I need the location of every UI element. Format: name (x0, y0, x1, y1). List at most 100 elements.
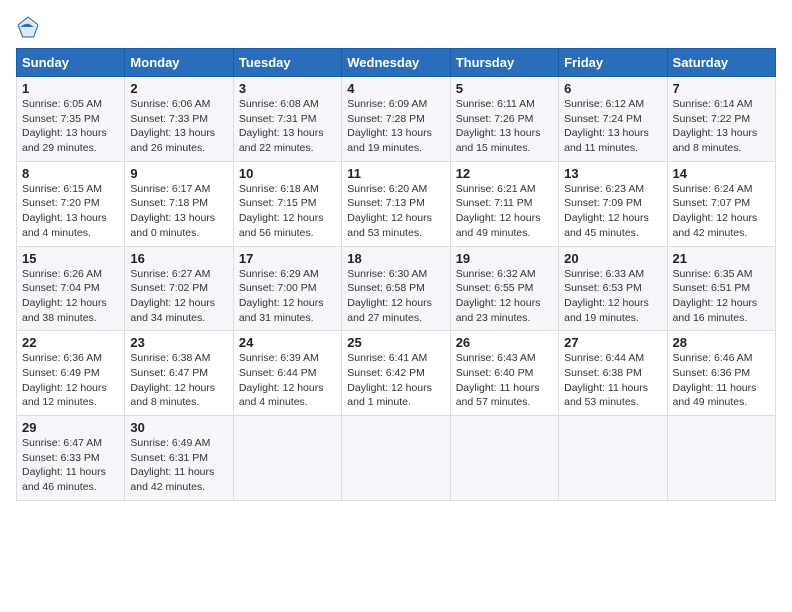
calendar-cell: 24 Sunrise: 6:39 AMSunset: 6:44 PMDaylig… (233, 331, 341, 416)
calendar-cell: 12 Sunrise: 6:21 AMSunset: 7:11 PMDaylig… (450, 161, 558, 246)
day-number: 14 (673, 166, 770, 181)
day-number: 12 (456, 166, 553, 181)
calendar-week-2: 8 Sunrise: 6:15 AMSunset: 7:20 PMDayligh… (17, 161, 776, 246)
calendar-cell: 17 Sunrise: 6:29 AMSunset: 7:00 PMDaylig… (233, 246, 341, 331)
calendar-cell: 27 Sunrise: 6:44 AMSunset: 6:38 PMDaylig… (559, 331, 667, 416)
calendar-header-saturday: Saturday (667, 49, 775, 77)
cell-content: Sunrise: 6:09 AMSunset: 7:28 PMDaylight:… (347, 97, 444, 156)
cell-content: Sunrise: 6:06 AMSunset: 7:33 PMDaylight:… (130, 97, 227, 156)
cell-content: Sunrise: 6:41 AMSunset: 6:42 PMDaylight:… (347, 351, 444, 410)
day-number: 7 (673, 81, 770, 96)
calendar-header-tuesday: Tuesday (233, 49, 341, 77)
cell-content: Sunrise: 6:38 AMSunset: 6:47 PMDaylight:… (130, 351, 227, 410)
calendar-week-5: 29 Sunrise: 6:47 AMSunset: 6:33 PMDaylig… (17, 416, 776, 501)
day-number: 22 (22, 335, 119, 350)
calendar-cell: 25 Sunrise: 6:41 AMSunset: 6:42 PMDaylig… (342, 331, 450, 416)
page-header (16, 16, 776, 38)
day-number: 29 (22, 420, 119, 435)
day-number: 27 (564, 335, 661, 350)
day-number: 8 (22, 166, 119, 181)
calendar-cell: 26 Sunrise: 6:43 AMSunset: 6:40 PMDaylig… (450, 331, 558, 416)
cell-content: Sunrise: 6:14 AMSunset: 7:22 PMDaylight:… (673, 97, 770, 156)
cell-content: Sunrise: 6:43 AMSunset: 6:40 PMDaylight:… (456, 351, 553, 410)
day-number: 26 (456, 335, 553, 350)
calendar-cell: 16 Sunrise: 6:27 AMSunset: 7:02 PMDaylig… (125, 246, 233, 331)
cell-content: Sunrise: 6:44 AMSunset: 6:38 PMDaylight:… (564, 351, 661, 410)
calendar-week-3: 15 Sunrise: 6:26 AMSunset: 7:04 PMDaylig… (17, 246, 776, 331)
day-number: 5 (456, 81, 553, 96)
day-number: 19 (456, 251, 553, 266)
calendar-cell: 18 Sunrise: 6:30 AMSunset: 6:58 PMDaylig… (342, 246, 450, 331)
cell-content: Sunrise: 6:17 AMSunset: 7:18 PMDaylight:… (130, 182, 227, 241)
day-number: 28 (673, 335, 770, 350)
logo (16, 16, 42, 38)
cell-content: Sunrise: 6:27 AMSunset: 7:02 PMDaylight:… (130, 267, 227, 326)
day-number: 16 (130, 251, 227, 266)
calendar-table: SundayMondayTuesdayWednesdayThursdayFrid… (16, 48, 776, 501)
calendar-cell: 13 Sunrise: 6:23 AMSunset: 7:09 PMDaylig… (559, 161, 667, 246)
calendar-cell: 22 Sunrise: 6:36 AMSunset: 6:49 PMDaylig… (17, 331, 125, 416)
calendar-cell (342, 416, 450, 501)
cell-content: Sunrise: 6:26 AMSunset: 7:04 PMDaylight:… (22, 267, 119, 326)
cell-content: Sunrise: 6:20 AMSunset: 7:13 PMDaylight:… (347, 182, 444, 241)
calendar-cell: 14 Sunrise: 6:24 AMSunset: 7:07 PMDaylig… (667, 161, 775, 246)
day-number: 10 (239, 166, 336, 181)
cell-content: Sunrise: 6:18 AMSunset: 7:15 PMDaylight:… (239, 182, 336, 241)
cell-content: Sunrise: 6:46 AMSunset: 6:36 PMDaylight:… (673, 351, 770, 410)
day-number: 25 (347, 335, 444, 350)
day-number: 20 (564, 251, 661, 266)
calendar-cell: 11 Sunrise: 6:20 AMSunset: 7:13 PMDaylig… (342, 161, 450, 246)
day-number: 3 (239, 81, 336, 96)
calendar-header-friday: Friday (559, 49, 667, 77)
day-number: 2 (130, 81, 227, 96)
calendar-header-monday: Monday (125, 49, 233, 77)
cell-content: Sunrise: 6:15 AMSunset: 7:20 PMDaylight:… (22, 182, 119, 241)
calendar-cell (559, 416, 667, 501)
calendar-cell: 10 Sunrise: 6:18 AMSunset: 7:15 PMDaylig… (233, 161, 341, 246)
day-number: 13 (564, 166, 661, 181)
cell-content: Sunrise: 6:29 AMSunset: 7:00 PMDaylight:… (239, 267, 336, 326)
calendar-header-wednesday: Wednesday (342, 49, 450, 77)
calendar-cell: 5 Sunrise: 6:11 AMSunset: 7:26 PMDayligh… (450, 77, 558, 162)
cell-content: Sunrise: 6:08 AMSunset: 7:31 PMDaylight:… (239, 97, 336, 156)
calendar-cell: 2 Sunrise: 6:06 AMSunset: 7:33 PMDayligh… (125, 77, 233, 162)
day-number: 4 (347, 81, 444, 96)
day-number: 1 (22, 81, 119, 96)
calendar-cell: 30 Sunrise: 6:49 AMSunset: 6:31 PMDaylig… (125, 416, 233, 501)
cell-content: Sunrise: 6:36 AMSunset: 6:49 PMDaylight:… (22, 351, 119, 410)
calendar-cell: 4 Sunrise: 6:09 AMSunset: 7:28 PMDayligh… (342, 77, 450, 162)
calendar-cell: 21 Sunrise: 6:35 AMSunset: 6:51 PMDaylig… (667, 246, 775, 331)
calendar-cell: 20 Sunrise: 6:33 AMSunset: 6:53 PMDaylig… (559, 246, 667, 331)
cell-content: Sunrise: 6:33 AMSunset: 6:53 PMDaylight:… (564, 267, 661, 326)
cell-content: Sunrise: 6:23 AMSunset: 7:09 PMDaylight:… (564, 182, 661, 241)
cell-content: Sunrise: 6:30 AMSunset: 6:58 PMDaylight:… (347, 267, 444, 326)
calendar-cell: 8 Sunrise: 6:15 AMSunset: 7:20 PMDayligh… (17, 161, 125, 246)
cell-content: Sunrise: 6:05 AMSunset: 7:35 PMDaylight:… (22, 97, 119, 156)
calendar-cell: 3 Sunrise: 6:08 AMSunset: 7:31 PMDayligh… (233, 77, 341, 162)
calendar-header-row: SundayMondayTuesdayWednesdayThursdayFrid… (17, 49, 776, 77)
calendar-cell: 7 Sunrise: 6:14 AMSunset: 7:22 PMDayligh… (667, 77, 775, 162)
calendar-cell: 6 Sunrise: 6:12 AMSunset: 7:24 PMDayligh… (559, 77, 667, 162)
day-number: 9 (130, 166, 227, 181)
logo-icon (16, 16, 38, 38)
day-number: 11 (347, 166, 444, 181)
day-number: 15 (22, 251, 119, 266)
day-number: 21 (673, 251, 770, 266)
cell-content: Sunrise: 6:32 AMSunset: 6:55 PMDaylight:… (456, 267, 553, 326)
day-number: 18 (347, 251, 444, 266)
calendar-cell: 29 Sunrise: 6:47 AMSunset: 6:33 PMDaylig… (17, 416, 125, 501)
cell-content: Sunrise: 6:49 AMSunset: 6:31 PMDaylight:… (130, 436, 227, 495)
cell-content: Sunrise: 6:47 AMSunset: 6:33 PMDaylight:… (22, 436, 119, 495)
calendar-cell (233, 416, 341, 501)
day-number: 30 (130, 420, 227, 435)
calendar-cell: 19 Sunrise: 6:32 AMSunset: 6:55 PMDaylig… (450, 246, 558, 331)
cell-content: Sunrise: 6:21 AMSunset: 7:11 PMDaylight:… (456, 182, 553, 241)
cell-content: Sunrise: 6:39 AMSunset: 6:44 PMDaylight:… (239, 351, 336, 410)
calendar-header-thursday: Thursday (450, 49, 558, 77)
calendar-cell: 9 Sunrise: 6:17 AMSunset: 7:18 PMDayligh… (125, 161, 233, 246)
day-number: 23 (130, 335, 227, 350)
calendar-cell (450, 416, 558, 501)
day-number: 6 (564, 81, 661, 96)
calendar-week-1: 1 Sunrise: 6:05 AMSunset: 7:35 PMDayligh… (17, 77, 776, 162)
calendar-body: 1 Sunrise: 6:05 AMSunset: 7:35 PMDayligh… (17, 77, 776, 501)
